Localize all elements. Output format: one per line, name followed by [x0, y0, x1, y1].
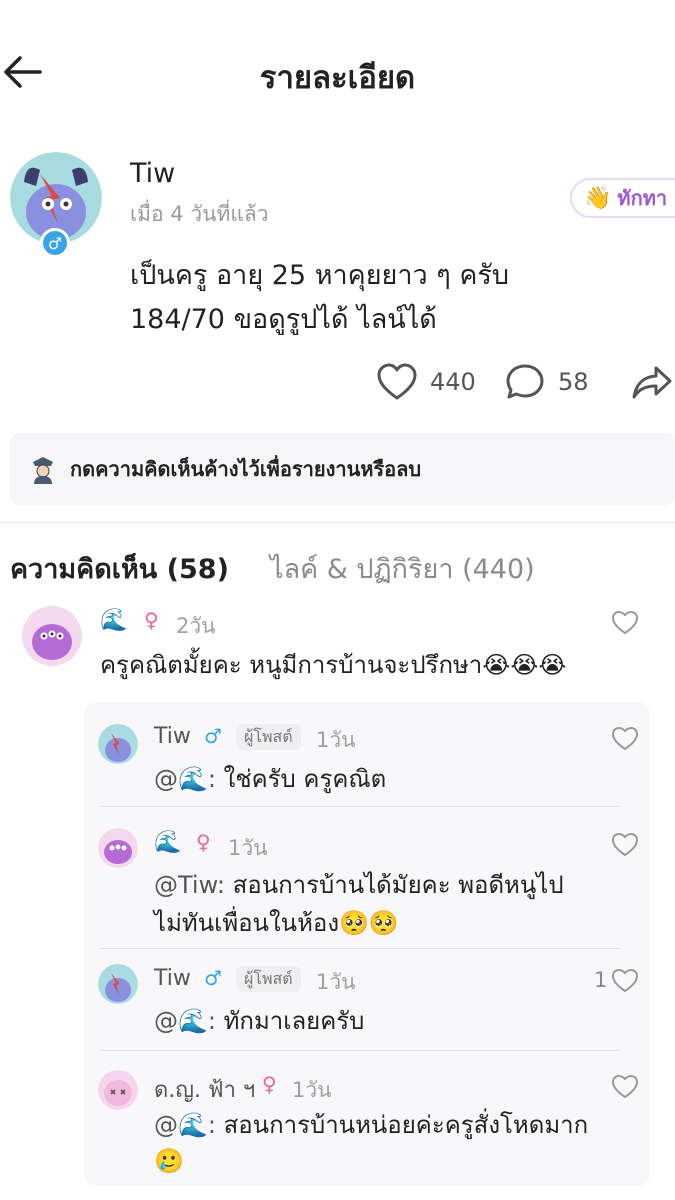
share-button[interactable]	[630, 362, 674, 402]
greet-label: ทักทา	[617, 186, 668, 210]
reply-author[interactable]: 🌊	[154, 830, 181, 855]
page-title: รายละเอียด	[259, 60, 416, 96]
reply-item[interactable]: Tiw ♂ ผู้โพสต์ 1วัน 1 @🌊: ทักมาเลยครับ	[84, 952, 650, 1052]
share-icon	[632, 366, 672, 399]
avatar[interactable]	[98, 1070, 138, 1110]
reply-text: @🌊: ทักมาเลยครับ	[154, 1002, 364, 1040]
reply-text: @🌊: ใช่ครับ ครูคณิต	[154, 760, 386, 798]
report-hint: กดความคิดเห็นค้างไว้เพื่อรายงานหรือลบ	[10, 433, 675, 505]
comment-item[interactable]: 🌊 ♀ 2วัน ครูคณิตมั้ยคะ หนูมีการบ้านจะปรึ…	[0, 600, 675, 700]
reply-text: @🌊: สอนการบ้านหน่อยค่ะครูสั่งโหดมาก	[154, 1106, 588, 1144]
heart-icon	[377, 363, 417, 400]
avatar[interactable]	[98, 828, 138, 868]
post-author-avatar[interactable]: ♂	[10, 152, 102, 262]
reply-text: @Tiw: สอนการบ้านได้มัยคะ พอดีหนูไป	[154, 866, 564, 904]
post-body: เป็นครู อายุ 25 หาคุยยาว ๆ ครับ 184/70 ข…	[130, 254, 650, 342]
poster-badge: ผู้โพสต์	[236, 966, 301, 992]
reply-mention[interactable]: @🌊:	[154, 1007, 216, 1035]
reply-text-content: สอนการบ้านหน่อยค่ะครูสั่งโหดมาก	[215, 1111, 589, 1139]
replies-thread: Tiw ♂ ผู้โพสต์ 1วัน @🌊: ใช่ครับ ครูคณิต …	[84, 702, 650, 1186]
post-body-line: เป็นครู อายุ 25 หาคุยยาว ๆ ครับ	[130, 260, 510, 291]
waving-hand-icon: 👋	[584, 185, 612, 211]
heart-icon[interactable]	[611, 610, 639, 636]
avatar[interactable]	[98, 724, 138, 764]
reply-item[interactable]: Tiw ♂ ผู้โพสต์ 1วัน @🌊: ใช่ครับ ครูคณิต	[84, 702, 650, 822]
divider	[0, 522, 675, 523]
heart-icon[interactable]	[611, 1074, 639, 1100]
male-icon: ♂	[204, 724, 222, 748]
heart-icon[interactable]	[611, 832, 639, 858]
reply-author[interactable]: ด.ญ. ฟ้า ฯ	[154, 1072, 255, 1107]
reply-text-line2: ไม่ทันเพื่อนในห้อง🥺🥺	[154, 909, 399, 937]
post-timestamp: เมื่อ 4 วันที่แล้ว	[130, 202, 269, 226]
post-body-line: 184/70 ขอดูรูปได้ ไลน์ได้	[130, 304, 437, 335]
reply-author[interactable]: Tiw	[154, 724, 191, 749]
comment-button[interactable]: 58	[504, 362, 589, 402]
reply-mention[interactable]: @🌊:	[154, 1111, 216, 1139]
reply-time: 1วัน	[316, 728, 356, 752]
reply-time: 1วัน	[316, 970, 356, 994]
reply-like-count: 1	[594, 968, 608, 992]
comment-icon	[506, 364, 544, 399]
greet-button[interactable]: 👋 ทักทา	[570, 178, 675, 218]
reply-text-line2: 🥲	[154, 1147, 184, 1175]
like-count: 440	[430, 368, 476, 396]
tab-likes-reactions[interactable]: ไลค์ & ปฏิกิริยา (440)	[270, 547, 535, 590]
female-icon: ♀	[196, 830, 211, 854]
reply-author[interactable]: Tiw	[154, 966, 191, 991]
male-icon: ♂	[204, 966, 222, 990]
like-button[interactable]: 440	[376, 362, 476, 402]
female-icon: ♀	[144, 608, 159, 632]
reply-mention[interactable]: @🌊:	[154, 765, 216, 793]
reply-text-content: ใช่ครับ ครูคณิต	[215, 765, 387, 793]
reply-mention[interactable]: @Tiw:	[154, 871, 225, 899]
reply-time: 1วัน	[228, 836, 268, 860]
post-detail-screen: รายละเอียด ♂ Tiw เมื่อ 4 วันที่แล้ว 👋 ทั…	[0, 0, 675, 1200]
post-actions: 440 58	[0, 362, 675, 406]
avatar[interactable]	[98, 964, 138, 1004]
reply-item[interactable]: ด.ญ. ฟ้า ฯ ♀ 1วัน @🌊: สอนการบ้านหน่อยค่ะ…	[84, 1058, 650, 1184]
comment-text: ครูคณิตมั้ยคะ หนูมีการบ้านจะปรึกษา😭😭😭	[100, 651, 567, 679]
reply-time: 1วัน	[292, 1078, 332, 1102]
reply-divider	[100, 948, 620, 949]
reply-text-content: สอนการบ้านได้มัยคะ พอดีหนูไป	[225, 871, 564, 899]
comment-time: 2วัน	[176, 614, 216, 638]
poster-badge: ผู้โพสต์	[236, 724, 301, 750]
post-author-name[interactable]: Tiw	[130, 158, 175, 189]
heart-icon[interactable]	[611, 968, 639, 994]
avatar[interactable]	[22, 606, 82, 666]
female-icon: ♀	[262, 1072, 277, 1096]
reply-divider	[100, 806, 620, 807]
reply-item[interactable]: 🌊 ♀ 1วัน @Tiw: สอนการบ้านได้มัยคะ พอดีหน…	[84, 822, 650, 952]
report-hint-text: กดความคิดเห็นค้างไว้เพื่อรายงานหรือลบ	[70, 457, 422, 481]
reply-text-content: ทักมาเลยครับ	[215, 1007, 365, 1035]
reply-divider	[100, 1050, 620, 1051]
police-icon	[33, 457, 53, 484]
tab-comments[interactable]: ความคิดเห็น (58)	[10, 547, 229, 590]
comment-author[interactable]: 🌊	[100, 608, 127, 633]
comment-count: 58	[558, 368, 589, 396]
header: รายละเอียด	[0, 0, 675, 140]
male-badge: ♂	[40, 228, 70, 258]
heart-icon[interactable]	[611, 726, 639, 752]
